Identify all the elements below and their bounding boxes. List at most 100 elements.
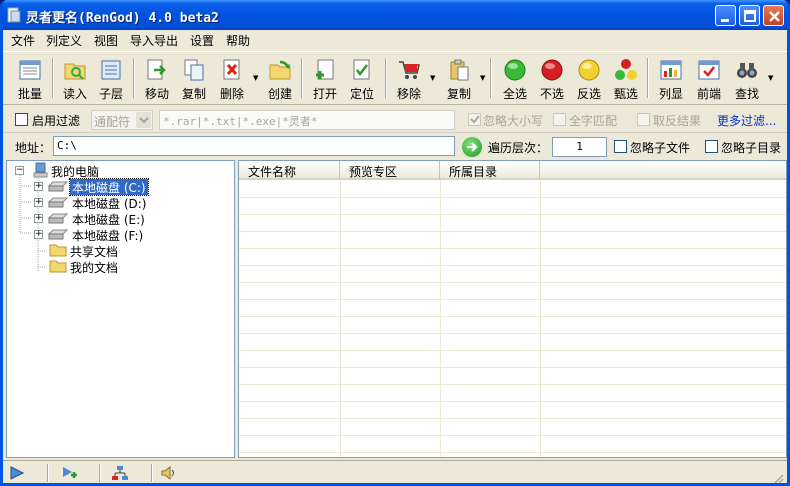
expand-icon[interactable]: +: [34, 230, 43, 239]
minimize-button[interactable]: [715, 5, 736, 26]
open-icon: [316, 59, 334, 80]
row-gridline: [239, 282, 786, 283]
expand-icon[interactable]: +: [34, 182, 43, 191]
cart-remove-icon: [399, 61, 420, 79]
ignore-subdirs-checkbox[interactable]: [705, 140, 718, 153]
clipboard-icon: [450, 59, 469, 81]
toolbar: 批量 读入 子层 移动 复制 删除 ▼ 创建 打开 定位 移除 ▼ 复制 ▼ 全…: [3, 51, 787, 105]
invert-result-checkbox[interactable]: [637, 113, 650, 126]
column-header-preview[interactable]: 预览专区: [340, 161, 440, 180]
folder-tree[interactable]: − 我的电脑 + 本地磁盘 (C:) + 本地磁盘 (D:) + 本地磁盘 (E…: [6, 160, 235, 458]
expand-icon[interactable]: +: [34, 214, 43, 223]
add-file-icon[interactable]: [60, 465, 78, 481]
ignore-case-checkbox[interactable]: [468, 113, 481, 126]
column-divider: [540, 180, 541, 457]
create-button[interactable]: 创建: [260, 56, 300, 102]
tree-my-docs[interactable]: 我的文档: [70, 259, 118, 275]
tree-drive-c[interactable]: 本地磁盘 (C:): [69, 178, 149, 196]
row-gridline: [239, 248, 786, 249]
find-button[interactable]: 查找 ▼: [727, 56, 773, 102]
row-gridline: [239, 418, 786, 419]
sub-layer-button[interactable]: 子层: [91, 56, 131, 102]
delete-label: 删除: [219, 87, 244, 101]
menu-help[interactable]: 帮助: [226, 32, 250, 49]
list-header: 文件名称 预览专区 所属目录: [239, 161, 786, 180]
enable-filter-label: 启用过滤: [32, 114, 81, 128]
move-icon: [147, 59, 166, 80]
ignore-case-label: 忽略大小写: [483, 114, 544, 128]
batch-button[interactable]: 批量: [10, 56, 50, 102]
filter-mode-select[interactable]: 通配符: [91, 110, 153, 130]
app-window: 灵者更名(RenGod) 4.0 beta2 文件 列定义 视图 导入导出 设置…: [0, 0, 790, 486]
find-dropdown-icon[interactable]: ▼: [768, 74, 773, 82]
row-gridline: [239, 299, 786, 300]
enable-filter-checkbox[interactable]: [15, 113, 28, 126]
row-gridline: [239, 231, 786, 232]
row-gridline: [239, 452, 786, 453]
speaker-icon[interactable]: [160, 465, 178, 481]
tree-root-my-computer[interactable]: 我的电脑: [51, 163, 99, 179]
more-filters-link[interactable]: 更多过滤...: [717, 112, 776, 129]
title-bar[interactable]: 灵者更名(RenGod) 4.0 beta2: [3, 0, 787, 30]
close-button[interactable]: [763, 5, 784, 26]
file-list[interactable]: 文件名称 预览专区 所属目录: [238, 160, 787, 458]
depth-label: 遍历层次：: [488, 141, 549, 155]
row-gridline: [239, 435, 786, 436]
delete-dropdown-icon[interactable]: ▼: [253, 74, 258, 82]
row-gridline: [239, 265, 786, 266]
red-circle-icon: [541, 59, 563, 81]
go-button[interactable]: [462, 137, 482, 157]
window-check-icon: [698, 60, 720, 80]
resize-grip-icon[interactable]: [772, 472, 784, 484]
tree-shared-docs[interactable]: 共享文档: [70, 243, 118, 259]
menu-view[interactable]: 视图: [94, 32, 118, 49]
filter-bar: 启用过滤 通配符 *.rar|*.txt|*.exe|*灵者* 忽略大小写 全字…: [3, 107, 787, 133]
folder-icon: [49, 260, 67, 273]
ignore-subfiles-label: 忽略子文件: [630, 141, 691, 155]
delete-icon: [223, 59, 240, 80]
menu-import-export[interactable]: 导入导出: [130, 32, 178, 49]
ignore-subdirs-label: 忽略子目录: [721, 141, 782, 155]
menu-file[interactable]: 文件: [11, 32, 35, 49]
traffic-dots-icon: [615, 59, 637, 80]
hard-drive-icon: [48, 229, 68, 240]
collapse-icon[interactable]: −: [15, 166, 24, 175]
hard-drive-icon: [48, 213, 68, 224]
remove-dropdown-icon[interactable]: ▼: [430, 74, 435, 82]
network-tree-icon[interactable]: [111, 465, 129, 481]
maximize-button[interactable]: [739, 5, 760, 26]
filter-mode-value: 通配符: [94, 115, 131, 129]
arrow-right-icon: [467, 142, 478, 152]
ignore-subfiles-checkbox[interactable]: [614, 140, 627, 153]
find-label: 查找: [734, 87, 759, 101]
whole-word-label: 全字匹配: [569, 114, 618, 128]
hard-drive-icon: [48, 197, 68, 208]
locate-button[interactable]: 定位: [342, 56, 382, 102]
menu-settings[interactable]: 设置: [190, 32, 214, 49]
status-separator: [47, 464, 49, 482]
address-input[interactable]: C:\: [53, 136, 455, 156]
column-header-directory[interactable]: 所属目录: [440, 161, 540, 180]
address-bar: 地址： C:\ 遍历层次： 1 忽略子文件 忽略子目录: [3, 134, 787, 160]
row-gridline: [239, 384, 786, 385]
load-icon: [64, 63, 86, 80]
filter-select-button[interactable]: 甄选: [606, 56, 646, 102]
green-circle-icon: [504, 59, 526, 81]
filter-pattern-input[interactable]: *.rar|*.txt|*.exe|*灵者*: [159, 110, 455, 130]
depth-input[interactable]: 1: [552, 137, 607, 157]
row-gridline: [239, 350, 786, 351]
copy2-button[interactable]: 复制 ▼: [439, 56, 485, 102]
menu-columns[interactable]: 列定义: [46, 32, 82, 49]
play-icon[interactable]: [8, 465, 26, 481]
expand-icon[interactable]: +: [34, 198, 43, 207]
column-header-filename[interactable]: 文件名称: [239, 161, 340, 180]
remove-button[interactable]: 移除 ▼: [389, 56, 435, 102]
tree-drive-e[interactable]: 本地磁盘 (E:): [72, 211, 145, 227]
hard-drive-icon: [48, 181, 68, 192]
whole-word-checkbox[interactable]: [553, 113, 566, 126]
tree-drive-d[interactable]: 本地磁盘 (D:): [72, 195, 146, 211]
tree-drive-f[interactable]: 本地磁盘 (F:): [72, 227, 143, 243]
copy2-dropdown-icon[interactable]: ▼: [480, 74, 485, 82]
status-separator: [99, 464, 101, 482]
delete-button[interactable]: 删除 ▼: [212, 56, 258, 102]
